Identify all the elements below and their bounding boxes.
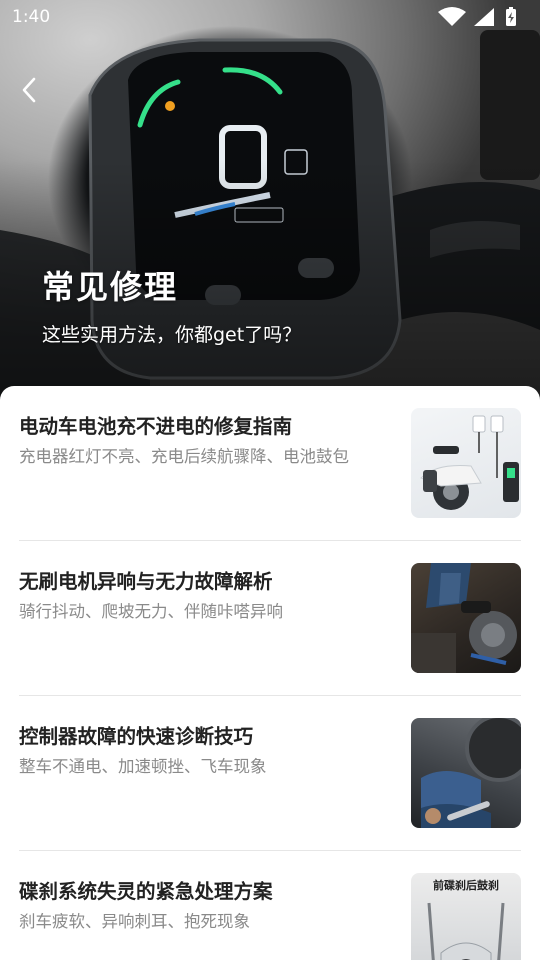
article-title: 无刷电机异响与无力故障解析 [19, 570, 273, 593]
article-thumbnail [411, 408, 521, 518]
hero-banner: 1:40 常见修理 这些实用方法，你都get了吗？ [0, 0, 540, 400]
article-description: 充电器红灯不亮、充电后续航骤降、电池鼓包 [19, 447, 349, 466]
article-title: 碟刹系统失灵的紧急处理方案 [19, 880, 273, 903]
wifi-icon [438, 7, 466, 26]
article-description: 刹车疲软、异响刺耳、抱死现象 [19, 912, 250, 931]
article-item-motor[interactable]: 无刷电机异响与无力故障解析 骑行抖动、爬坡无力、伴随咔嗒异响 [19, 541, 521, 673]
article-description: 骑行抖动、爬坡无力、伴随咔嗒异响 [19, 602, 283, 621]
status-icons [438, 7, 516, 26]
battery-charging-icon [506, 7, 516, 26]
page-title: 常见修理 [42, 268, 179, 306]
chevron-left-icon [22, 77, 36, 103]
article-item-controller[interactable]: 控制器故障的快速诊断技巧 整车不通电、加速顿挫、飞车现象 [19, 696, 521, 828]
page-subtitle: 这些实用方法，你都get了吗？ [42, 324, 302, 346]
article-list: 电动车电池充不进电的修复指南 充电器红灯不亮、充电后续航骤降、电池鼓包 无刷电机… [0, 386, 540, 960]
article-item-battery[interactable]: 电动车电池充不进电的修复指南 充电器红灯不亮、充电后续航骤降、电池鼓包 [19, 386, 521, 518]
cellular-signal-icon [474, 8, 494, 26]
article-thumbnail: 前碟刹后鼓刹 [411, 873, 521, 960]
article-thumbnail [411, 718, 521, 828]
article-title: 电动车电池充不进电的修复指南 [19, 415, 293, 438]
article-description: 整车不通电、加速顿挫、飞车现象 [19, 757, 267, 776]
back-button[interactable] [14, 72, 44, 108]
article-title: 控制器故障的快速诊断技巧 [19, 725, 254, 748]
status-bar: 1:40 [0, 0, 540, 34]
status-time: 1:40 [12, 7, 51, 27]
article-item-brake[interactable]: 碟刹系统失灵的紧急处理方案 刹车疲软、异响刺耳、抱死现象 前碟刹后鼓刹 [19, 851, 521, 960]
article-thumbnail [411, 563, 521, 673]
